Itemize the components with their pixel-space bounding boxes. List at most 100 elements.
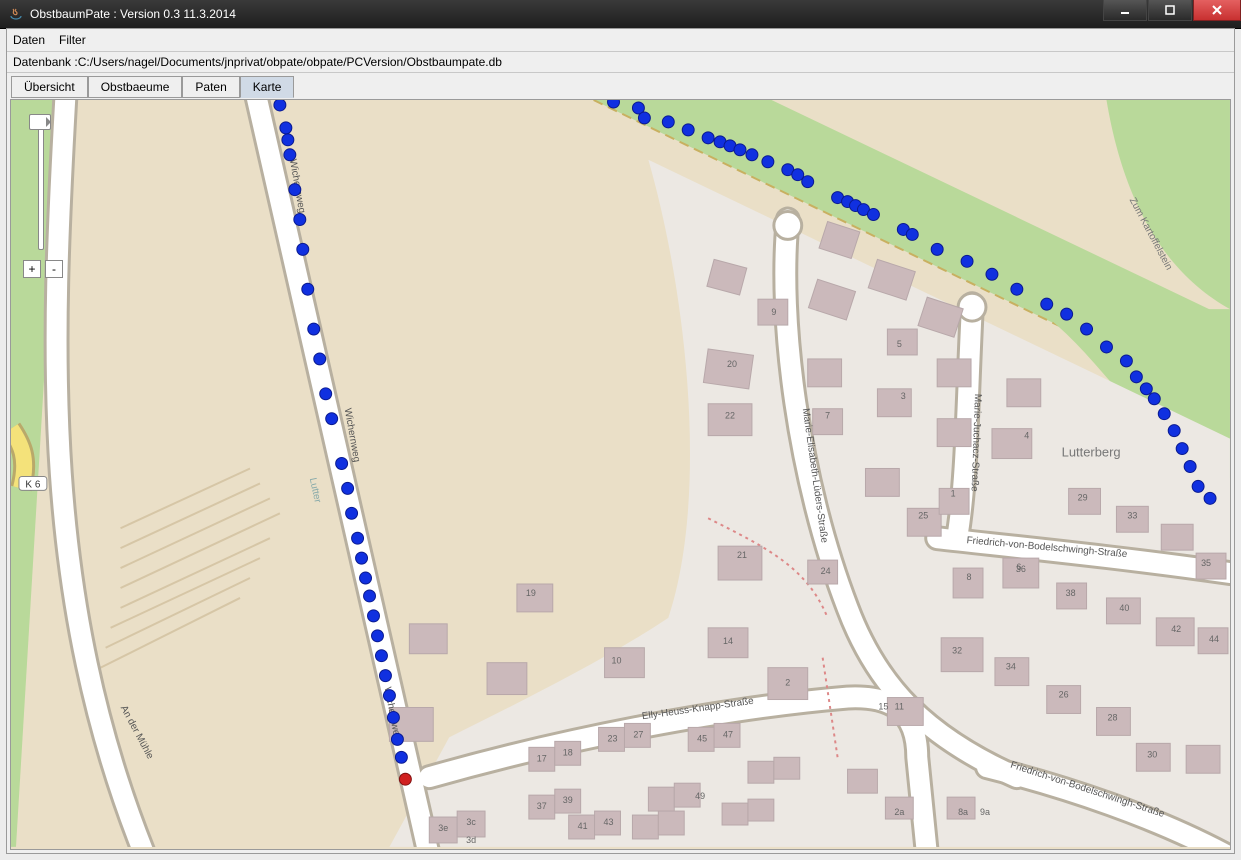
- house-number: 22: [725, 411, 735, 421]
- tree-marker[interactable]: [302, 283, 314, 295]
- house-number: 28: [1107, 712, 1117, 722]
- close-button[interactable]: [1193, 0, 1241, 21]
- house-number: 23: [608, 733, 618, 743]
- tree-marker[interactable]: [1148, 393, 1160, 405]
- menu-daten[interactable]: Daten: [13, 33, 45, 47]
- tree-marker[interactable]: [372, 630, 384, 642]
- house-number: 18: [563, 747, 573, 757]
- tree-marker[interactable]: [1061, 308, 1073, 320]
- tree-marker[interactable]: [391, 733, 403, 745]
- house-number: 36: [1016, 564, 1026, 574]
- tree-marker[interactable]: [320, 388, 332, 400]
- house-number: 11: [895, 701, 904, 711]
- tree-marker[interactable]: [342, 482, 354, 494]
- house-number: 39: [563, 795, 573, 805]
- zoom-in-button[interactable]: +: [23, 260, 41, 278]
- minimize-button[interactable]: [1103, 0, 1147, 21]
- tree-marker[interactable]: [375, 650, 387, 662]
- tree-marker[interactable]: [1011, 283, 1023, 295]
- tree-marker[interactable]: [360, 572, 372, 584]
- tab-paten[interactable]: Paten: [182, 76, 239, 98]
- tab-karte[interactable]: Karte: [240, 76, 295, 98]
- tree-marker[interactable]: [364, 590, 376, 602]
- tree-marker[interactable]: [284, 149, 296, 161]
- tree-marker[interactable]: [1158, 408, 1170, 420]
- menu-filter[interactable]: Filter: [59, 33, 86, 47]
- tree-marker[interactable]: [906, 228, 918, 240]
- tree-marker[interactable]: [274, 100, 286, 111]
- tree-marker[interactable]: [1140, 383, 1152, 395]
- tree-marker[interactable]: [1081, 323, 1093, 335]
- zoom-handle[interactable]: [29, 114, 51, 130]
- tree-marker[interactable]: [746, 149, 758, 161]
- tree-marker[interactable]: [282, 134, 294, 146]
- house-number: 20: [727, 359, 737, 369]
- tree-marker[interactable]: [1184, 461, 1196, 473]
- maximize-button[interactable]: [1148, 0, 1192, 21]
- tree-marker[interactable]: [314, 353, 326, 365]
- tree-marker[interactable]: [1041, 298, 1053, 310]
- tree-marker[interactable]: [931, 243, 943, 255]
- tree-marker[interactable]: [662, 116, 674, 128]
- house-number: 7: [825, 411, 830, 421]
- house-number: 47: [723, 729, 733, 739]
- tree-marker[interactable]: [1101, 341, 1113, 353]
- db-path: C:/Users/nagel/Documents/jnprivat/obpate…: [78, 55, 502, 69]
- tree-marker[interactable]: [1120, 355, 1132, 367]
- tree-marker[interactable]: [762, 156, 774, 168]
- house-number: 19: [526, 588, 536, 598]
- tree-marker[interactable]: [961, 255, 973, 267]
- tree-marker[interactable]: [368, 610, 380, 622]
- tree-marker[interactable]: [336, 458, 348, 470]
- tree-marker[interactable]: [383, 690, 395, 702]
- tree-marker[interactable]: [395, 751, 407, 763]
- app-window: ObstbaumPate : Version 0.3 11.3.2014 Dat…: [0, 0, 1241, 860]
- house-number: 4: [1024, 431, 1029, 441]
- house-number: 25: [918, 510, 928, 520]
- tree-marker[interactable]: [280, 122, 292, 134]
- tree-marker[interactable]: [702, 132, 714, 144]
- zoom-slider[interactable]: [25, 110, 55, 260]
- tree-marker[interactable]: [638, 112, 650, 124]
- tree-marker[interactable]: [346, 507, 358, 519]
- tree-marker[interactable]: [1168, 425, 1180, 437]
- tree-marker[interactable]: [379, 670, 391, 682]
- tree-marker[interactable]: [352, 532, 364, 544]
- house-number: 8a: [958, 807, 968, 817]
- tree-marker[interactable]: [1130, 371, 1142, 383]
- tree-marker[interactable]: [867, 209, 879, 221]
- house-number: 10: [612, 656, 622, 666]
- tab-uebersicht[interactable]: Übersicht: [11, 76, 88, 98]
- map-canvas[interactable]: K 6 Lutter: [11, 100, 1230, 847]
- tree-marker[interactable]: [986, 268, 998, 280]
- house-number: 45: [697, 733, 707, 743]
- tab-obstbaeume[interactable]: Obstbaeume: [88, 76, 183, 98]
- tree-marker[interactable]: [682, 124, 694, 136]
- house-number: 27: [633, 729, 643, 739]
- tree-marker[interactable]: [387, 711, 399, 723]
- zoom-buttons: + -: [23, 260, 67, 278]
- tree-marker[interactable]: [356, 552, 368, 564]
- tree-marker[interactable]: [294, 214, 306, 226]
- tree-marker[interactable]: [289, 184, 301, 196]
- road-badge-k6: K 6: [25, 479, 40, 490]
- app-inner: Daten Filter Datenbank : C:/Users/nagel/…: [6, 28, 1235, 854]
- tree-marker[interactable]: [1204, 492, 1216, 504]
- tree-marker[interactable]: [1176, 443, 1188, 455]
- house-number: 32: [952, 646, 962, 656]
- tree-marker[interactable]: [297, 243, 309, 255]
- tree-marker[interactable]: [734, 144, 746, 156]
- house-number: 15: [878, 701, 888, 711]
- tree-marker[interactable]: [326, 413, 338, 425]
- tree-marker[interactable]: [308, 323, 320, 335]
- house-number: 49: [695, 791, 705, 801]
- house-number: 29: [1078, 492, 1088, 502]
- map-panel: K 6 Lutter: [10, 99, 1231, 850]
- tree-marker-selected[interactable]: [399, 773, 411, 785]
- tree-marker[interactable]: [608, 100, 620, 108]
- tree-marker[interactable]: [1192, 480, 1204, 492]
- house-number: 3c: [466, 817, 476, 827]
- zoom-out-button[interactable]: -: [45, 260, 63, 278]
- tree-marker[interactable]: [802, 176, 814, 188]
- house-number: 3d: [466, 835, 476, 845]
